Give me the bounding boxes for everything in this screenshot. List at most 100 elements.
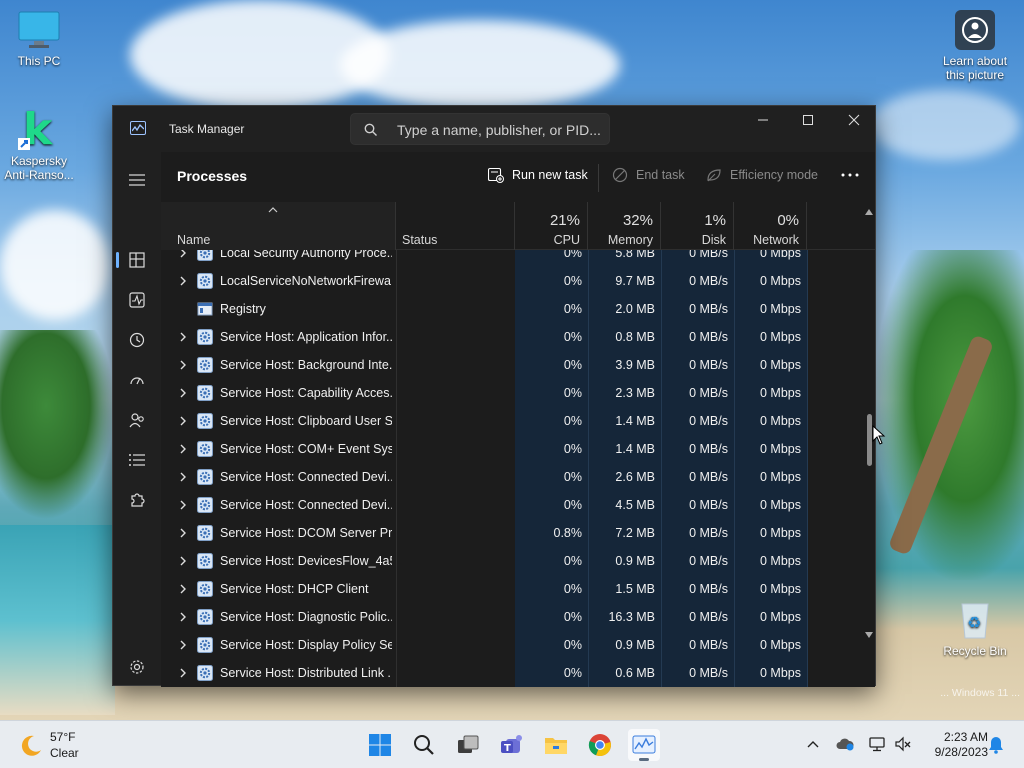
nav-services[interactable] bbox=[125, 488, 149, 512]
nav-performance[interactable] bbox=[125, 288, 149, 312]
chevron-right-icon[interactable] bbox=[178, 331, 188, 343]
table-row[interactable]: LocalServiceNoNetworkFirewa... 0% 9.7 MB 0 … bbox=[161, 267, 861, 295]
chevron-right-icon[interactable] bbox=[178, 611, 188, 623]
chrome-icon bbox=[588, 734, 611, 757]
desktop-icon-learn-picture[interactable]: Learn about this picture bbox=[936, 10, 1014, 82]
more-options-button[interactable] bbox=[841, 166, 863, 186]
table-row[interactable]: Service Host: Capability Acces... 0% 2.3 M… bbox=[161, 379, 861, 407]
table-row[interactable]: Service Host: Display Policy Se... 0% 0.9 … bbox=[161, 631, 861, 659]
desktop-icon-kaspersky[interactable]: k Kaspersky Anti-Ranso... bbox=[0, 104, 78, 182]
gear-icon bbox=[197, 413, 213, 429]
table-row[interactable]: Service Host: Background Inte... 0% 3.9 MB… bbox=[161, 351, 861, 379]
clock-date: 9/28/2023 bbox=[934, 745, 988, 759]
task-view-button[interactable] bbox=[452, 729, 484, 761]
task-manager-taskbar-button[interactable] bbox=[628, 729, 660, 761]
table-row[interactable]: Service Host: DevicesFlow_4a5... 0% 0.9 MB… bbox=[161, 547, 861, 575]
clock[interactable]: 2:23 AM 9/28/2023 bbox=[918, 730, 988, 760]
chrome-button[interactable] bbox=[584, 729, 616, 761]
chevron-right-icon[interactable] bbox=[178, 583, 188, 595]
running-indicator bbox=[639, 758, 649, 761]
disk-cell: 0 MB/s bbox=[689, 442, 728, 456]
disk-cell: 0 MB/s bbox=[689, 554, 728, 568]
table-row[interactable]: Service Host: DHCP Client 0% 1.5 MB 0 MB/s 0… bbox=[161, 575, 861, 603]
chevron-right-icon[interactable] bbox=[178, 471, 188, 483]
volume-muted-icon[interactable] bbox=[894, 736, 912, 752]
monitor-icon bbox=[18, 10, 60, 50]
toolbar: Processes Run new task End task Efficien… bbox=[161, 152, 875, 202]
desktop-icon-recycle-bin[interactable]: ♻ Recycle Bin bbox=[936, 598, 1014, 658]
minimize-button[interactable] bbox=[740, 106, 786, 136]
hamburger-icon bbox=[129, 174, 145, 186]
disk-cell: 0 MB/s bbox=[689, 638, 728, 652]
search-input[interactable]: Type a name, publisher, or PID... bbox=[350, 113, 610, 145]
settings-button[interactable] bbox=[125, 655, 149, 679]
table-row[interactable]: Service Host: Connected Devi... 0% 4.5 MB 0… bbox=[161, 491, 861, 519]
close-button[interactable] bbox=[831, 106, 877, 136]
chevron-right-icon[interactable] bbox=[178, 667, 188, 679]
nav-processes[interactable] bbox=[125, 248, 149, 272]
table-row[interactable]: Registry 0% 2.0 MB 0 MB/s 0 Mbps bbox=[161, 295, 861, 323]
file-explorer-button[interactable] bbox=[540, 729, 572, 761]
end-task-icon bbox=[612, 167, 628, 183]
nav-app-history[interactable] bbox=[125, 328, 149, 352]
table-row[interactable]: Service Host: Connected Devi... 0% 2.6 MB 0… bbox=[161, 463, 861, 491]
chevron-right-icon[interactable] bbox=[178, 387, 188, 399]
process-list: Local Security Authority Proce... 0% 5.8 M… bbox=[161, 250, 861, 687]
gear-icon bbox=[130, 660, 144, 674]
windows-logo-icon bbox=[369, 734, 391, 756]
nav-startup-apps[interactable] bbox=[125, 368, 149, 392]
desktop-icon-this-pc[interactable]: This PC bbox=[0, 10, 78, 68]
chevron-right-icon[interactable] bbox=[178, 415, 188, 427]
minimize-icon bbox=[758, 119, 768, 121]
more-icon bbox=[841, 173, 859, 177]
network-cell: 0 Mbps bbox=[760, 638, 801, 652]
cpu-cell: 0% bbox=[563, 582, 582, 596]
chevron-right-icon[interactable] bbox=[178, 555, 188, 567]
column-header-network[interactable]: 0% Network bbox=[734, 202, 807, 250]
chevron-right-icon[interactable] bbox=[178, 250, 188, 259]
maximize-button[interactable] bbox=[785, 106, 831, 136]
table-row[interactable]: Service Host: DCOM Server Pr... 0.8% 7.2 M… bbox=[161, 519, 861, 547]
column-header-memory[interactable]: 32% Memory bbox=[588, 202, 661, 250]
memory-cell: 9.7 MB bbox=[615, 274, 655, 288]
cpu-cell: 0% bbox=[563, 250, 582, 260]
vertical-scrollbar[interactable] bbox=[863, 204, 875, 687]
hamburger-menu-button[interactable] bbox=[125, 168, 149, 192]
network-cell: 0 Mbps bbox=[760, 442, 801, 456]
process-name: Service Host: Distributed Link ... bbox=[220, 666, 392, 680]
toolbar-separator bbox=[598, 164, 599, 192]
show-hidden-icons-chevron-icon[interactable] bbox=[806, 737, 820, 751]
scroll-down-icon bbox=[865, 632, 873, 638]
network-icon[interactable] bbox=[868, 736, 886, 752]
run-new-task-button[interactable]: Run new task bbox=[488, 166, 588, 186]
nav-details[interactable] bbox=[125, 448, 149, 472]
network-cell: 0 Mbps bbox=[760, 498, 801, 512]
chevron-right-icon[interactable] bbox=[178, 527, 188, 539]
nav-users[interactable] bbox=[125, 408, 149, 432]
chevron-right-icon[interactable] bbox=[178, 443, 188, 455]
notification-bell-icon[interactable] bbox=[988, 736, 1004, 754]
end-task-button[interactable]: End task bbox=[612, 166, 692, 186]
onedrive-icon[interactable] bbox=[836, 736, 854, 752]
column-header-status[interactable]: Status bbox=[396, 202, 515, 250]
table-row[interactable]: Service Host: COM+ Event Sys... 0% 1.4 MB 0… bbox=[161, 435, 861, 463]
cpu-total: 21% bbox=[549, 212, 580, 229]
table-row[interactable]: Service Host: Clipboard User S... 0% 1.4 M… bbox=[161, 407, 861, 435]
table-row[interactable]: Service Host: Distributed Link ... 0% 0.6 … bbox=[161, 659, 861, 687]
table-row[interactable]: Service Host: Diagnostic Polic... 0% 16.3 … bbox=[161, 603, 861, 631]
teams-button[interactable]: T bbox=[496, 729, 528, 761]
chevron-right-icon[interactable] bbox=[178, 639, 188, 651]
column-header-name[interactable]: Name bbox=[161, 202, 396, 250]
column-header-cpu[interactable]: 21% CPU bbox=[515, 202, 588, 250]
disk-cell: 0 MB/s bbox=[689, 610, 728, 624]
chevron-right-icon[interactable] bbox=[178, 275, 188, 287]
chevron-right-icon[interactable] bbox=[178, 359, 188, 371]
table-row[interactable]: Service Host: Application Infor... 0% 0.8 … bbox=[161, 323, 861, 351]
column-header-disk[interactable]: 1% Disk bbox=[661, 202, 734, 250]
taskbar-search-button[interactable] bbox=[408, 729, 440, 761]
start-button[interactable] bbox=[364, 729, 396, 761]
chevron-right-icon[interactable] bbox=[178, 499, 188, 511]
table-row[interactable]: Local Security Authority Proce... 0% 5.8 M… bbox=[161, 250, 861, 267]
efficiency-mode-button[interactable]: Efficiency mode bbox=[706, 166, 826, 186]
title-bar[interactable]: Task Manager Type a name, publisher, or … bbox=[113, 106, 877, 152]
